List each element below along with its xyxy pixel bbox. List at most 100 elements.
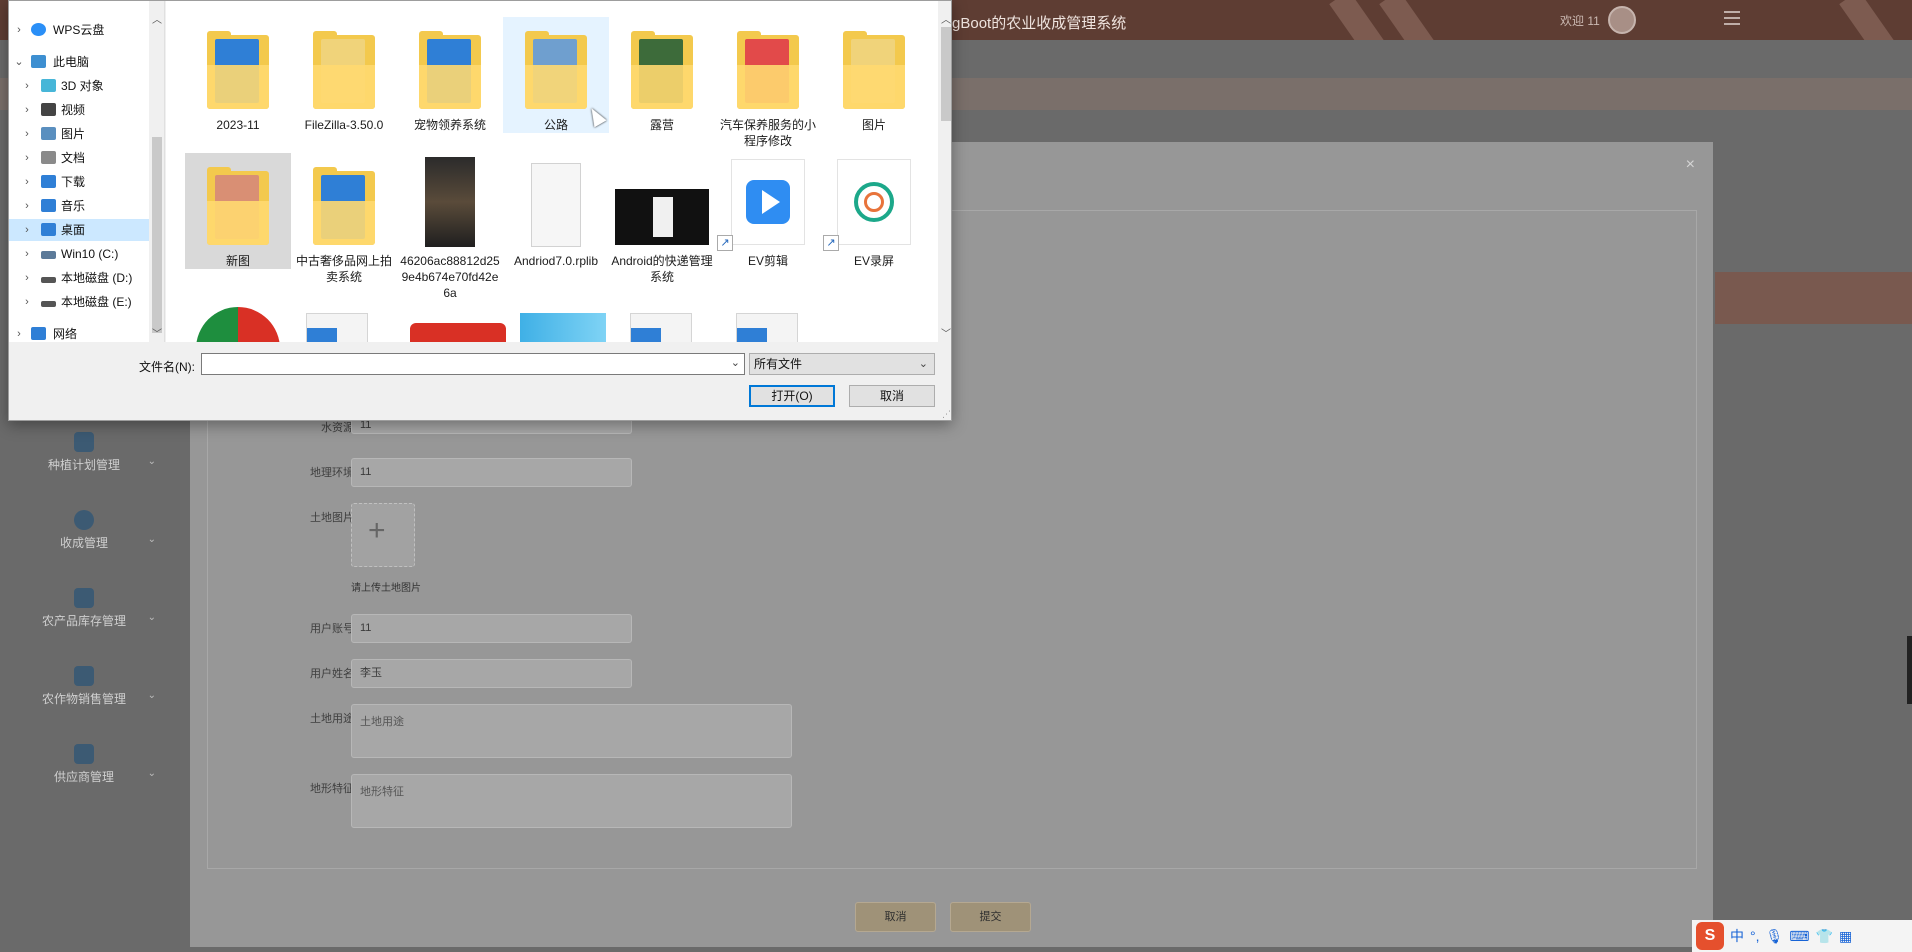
chrome-icon[interactable] bbox=[196, 307, 280, 342]
tree-item-videos[interactable]: › 视频 bbox=[9, 99, 149, 121]
file-name: EV剪辑 bbox=[747, 254, 788, 268]
file-item-partial[interactable] bbox=[306, 313, 368, 342]
chevron-down-icon: ⌄ bbox=[147, 456, 156, 467]
scroll-thumb[interactable] bbox=[941, 27, 951, 121]
sidebar-item-planting[interactable]: 种植计划管理 ⌄ bbox=[0, 432, 168, 498]
chevron-right-icon: › bbox=[25, 272, 29, 284]
file-name: 宠物领养系统 bbox=[413, 118, 486, 132]
tree-item-this-pc[interactable]: ⌄ 此电脑 bbox=[9, 51, 149, 73]
tree-item-pictures[interactable]: › 图片 bbox=[9, 123, 149, 145]
sidebar-item-sales[interactable]: 农作物销售管理 ⌄ bbox=[0, 666, 168, 732]
app-icon-partial[interactable] bbox=[410, 323, 506, 342]
hamburger-menu-icon[interactable] bbox=[1724, 11, 1740, 27]
scroll-up-icon[interactable]: ︿ bbox=[149, 11, 164, 26]
folder-icon bbox=[843, 31, 905, 109]
usage-textarea[interactable]: 土地用途 bbox=[351, 704, 792, 758]
file-item-folder[interactable]: FileZilla-3.50.0 bbox=[291, 17, 397, 149]
chevron-right-icon: › bbox=[25, 224, 29, 236]
tree-scrollbar[interactable]: ︿ ﹀ bbox=[149, 1, 164, 342]
tree-item-drive-c[interactable]: › Win10 (C:) bbox=[9, 243, 149, 265]
ime-toolbar[interactable]: S 中 °, 🎙 ⌨ 👕 ▦ bbox=[1692, 920, 1912, 952]
tree-item-label: 图片 bbox=[61, 127, 86, 141]
chevron-down-icon: ⌄ bbox=[147, 768, 156, 779]
file-item-video[interactable]: Android的快递管理系统 bbox=[609, 153, 715, 285]
file-open-dialog: › WPS云盘 ⌄ 此电脑 › 3D 对象 › 视频 › 图片 › 文档 › 下… bbox=[8, 0, 952, 421]
form-submit-button[interactable]: 提交 bbox=[950, 902, 1031, 932]
tree-item-music[interactable]: › 音乐 bbox=[9, 195, 149, 217]
chevron-right-icon: › bbox=[25, 128, 29, 140]
tree-item-drive-d[interactable]: › 本地磁盘 (D:) bbox=[9, 267, 149, 289]
file-item-partial[interactable] bbox=[630, 313, 692, 342]
scroll-thumb[interactable] bbox=[152, 137, 162, 333]
close-icon[interactable]: × bbox=[1686, 156, 1695, 174]
sidebar-item-label: 种植计划管理 bbox=[47, 458, 120, 472]
network-icon bbox=[31, 327, 46, 340]
tree-item-desktop[interactable]: › 桌面 bbox=[9, 219, 149, 241]
name-input[interactable]: 李玉 bbox=[351, 659, 632, 688]
chevron-down-icon[interactable]: ⌄ bbox=[731, 356, 740, 369]
tree-item-network[interactable]: › 网络 bbox=[9, 323, 149, 342]
ime-lang[interactable]: 中 bbox=[1730, 926, 1744, 946]
scroll-up-icon[interactable]: ︿ bbox=[939, 11, 951, 26]
shortcut-arrow-icon: ↗ bbox=[717, 235, 733, 251]
form-cancel-button[interactable]: 取消 bbox=[855, 902, 936, 932]
file-grid: 2023-11 FileZilla-3.50.0 宠物领养系统 公路 露营 汽车… bbox=[166, 1, 938, 342]
resize-grip-icon[interactable]: ⋰ bbox=[942, 409, 951, 420]
file-item-folder[interactable]: 露营 bbox=[609, 17, 715, 149]
tree-item-3d-objects[interactable]: › 3D 对象 bbox=[9, 75, 149, 97]
tree-item-label: 网络 bbox=[53, 327, 78, 341]
tree-item-drive-e[interactable]: › 本地磁盘 (E:) bbox=[9, 291, 149, 313]
shortcut-arrow-icon: ↗ bbox=[823, 235, 839, 251]
file-item-folder[interactable]: 新图 bbox=[185, 153, 291, 269]
avatar[interactable] bbox=[1608, 6, 1636, 34]
file-item-partial[interactable] bbox=[736, 313, 798, 342]
file-item-folder[interactable]: 2023-11 bbox=[185, 17, 291, 149]
skin-icon[interactable]: 👕 bbox=[1816, 928, 1833, 945]
filename-input[interactable]: ⌄ bbox=[201, 353, 745, 375]
file-item-folder[interactable]: 图片 bbox=[821, 17, 927, 149]
punctuation-icon[interactable]: °, bbox=[1750, 928, 1760, 944]
file-item-folder[interactable]: 汽车保养服务的小程序修改 bbox=[715, 17, 821, 149]
tree-item-wps-cloud[interactable]: › WPS云盘 bbox=[9, 19, 149, 41]
file-name: FileZilla-3.50.0 bbox=[304, 118, 384, 132]
account-input[interactable]: 11 bbox=[351, 614, 632, 643]
tree-item-downloads[interactable]: › 下载 bbox=[9, 171, 149, 193]
scroll-down-icon[interactable]: ﹀ bbox=[939, 325, 951, 340]
file-item-shortcut[interactable]: ↗ EV剪辑 bbox=[715, 153, 821, 269]
sidebar-item-inventory[interactable]: 农产品库存管理 ⌄ bbox=[0, 588, 168, 654]
file-item-folder[interactable]: 中古奢侈品网上拍卖系统 bbox=[291, 153, 397, 285]
folder-icon bbox=[525, 31, 587, 109]
file-item-document[interactable]: Andriod7.0.rplib bbox=[503, 153, 609, 285]
microphone-icon[interactable]: 🎙 bbox=[1766, 928, 1784, 945]
chevron-right-icon: › bbox=[25, 176, 29, 188]
sogou-logo-icon: S bbox=[1696, 922, 1724, 950]
tree-item-label: 桌面 bbox=[61, 223, 86, 237]
geo-input[interactable]: 11 bbox=[351, 458, 632, 487]
ticket-icon bbox=[74, 432, 94, 452]
scroll-down-icon[interactable]: ﹀ bbox=[149, 325, 164, 340]
chevron-right-icon: › bbox=[25, 104, 29, 116]
files-scrollbar[interactable]: ︿ ﹀ bbox=[939, 1, 951, 342]
filetype-select[interactable]: 所有文件 ⌄ bbox=[749, 353, 935, 375]
file-item-photo[interactable]: 46206ac88812d259e4b674e70fd42e6a bbox=[397, 153, 503, 301]
header-stripe bbox=[1839, 0, 1905, 40]
open-button[interactable]: 打开(O) bbox=[749, 385, 835, 407]
dialog-cancel-button[interactable]: 取消 bbox=[849, 385, 935, 407]
tree-item-label: 本地磁盘 (E:) bbox=[61, 295, 132, 309]
app-icon-partial[interactable] bbox=[520, 313, 606, 342]
compass-icon bbox=[74, 510, 94, 530]
chevron-down-icon: ⌄ bbox=[147, 534, 156, 545]
tree-item-documents[interactable]: › 文档 bbox=[9, 147, 149, 169]
file-item-folder[interactable]: 宠物领养系统 bbox=[397, 17, 503, 149]
file-name: 46206ac88812d259e4b674e70fd42e6a bbox=[400, 254, 500, 300]
apps-icon[interactable]: ▦ bbox=[1839, 928, 1852, 945]
sidebar-item-label: 农产品库存管理 bbox=[41, 614, 126, 628]
sidebar-item-suppliers[interactable]: 供应商管理 ⌄ bbox=[0, 744, 168, 810]
sidebar-item-harvest[interactable]: 收成管理 ⌄ bbox=[0, 510, 168, 576]
music-icon bbox=[41, 199, 56, 212]
file-item-shortcut[interactable]: ↗ EV录屏 bbox=[821, 153, 927, 269]
image-upload[interactable]: + bbox=[351, 503, 415, 567]
chevron-down-icon: ⌄ bbox=[147, 612, 156, 623]
keyboard-icon[interactable]: ⌨ bbox=[1789, 928, 1809, 945]
terrain-textarea[interactable]: 地形特征 bbox=[351, 774, 792, 828]
